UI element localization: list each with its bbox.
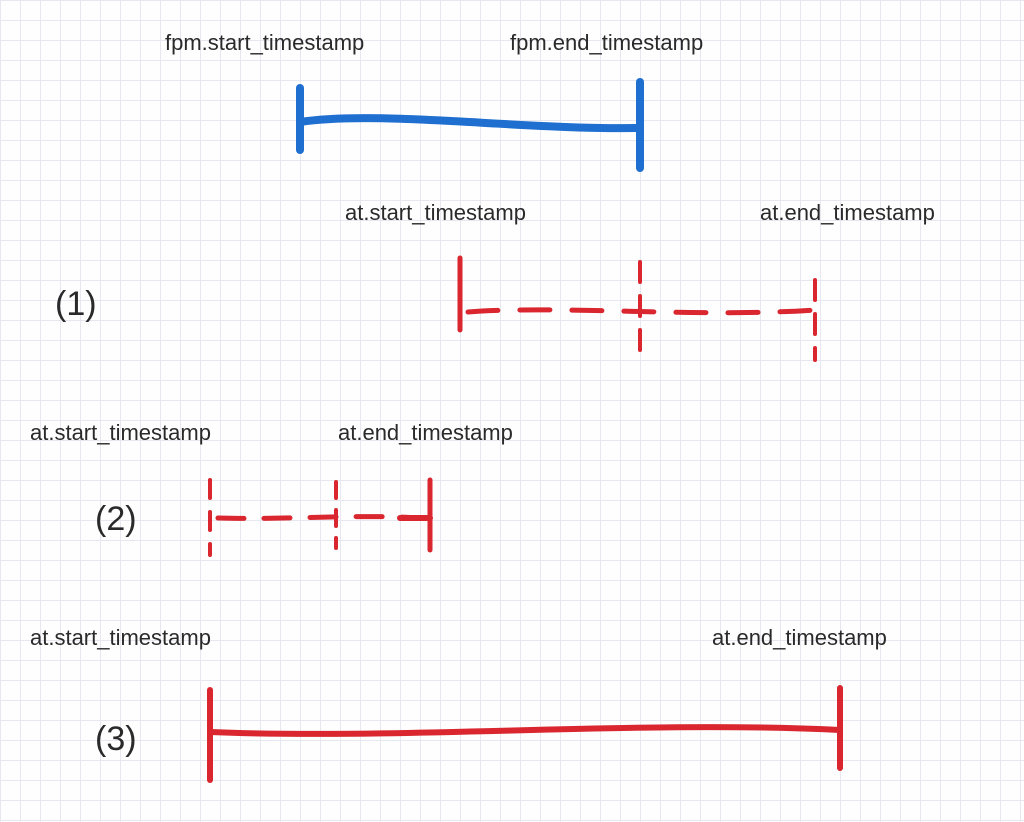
sketch-overlay [0,0,1024,822]
case-1-end-label: at.end_timestamp [760,200,935,226]
case-3-interval [210,688,840,780]
case-1-start-label: at.start_timestamp [345,200,526,226]
case-2-number: (2) [95,500,137,539]
case-3-start-label: at.start_timestamp [30,625,211,651]
case-3-number: (3) [95,720,137,759]
case-3-end-label: at.end_timestamp [712,625,887,651]
case-2-end-label: at.end_timestamp [338,420,513,446]
case-1-number: (1) [55,285,97,324]
fpm-end-label: fpm.end_timestamp [510,30,703,56]
case-1-interval [460,258,815,360]
fpm-interval [300,82,640,168]
fpm-start-label: fpm.start_timestamp [165,30,364,56]
case-2-start-label: at.start_timestamp [30,420,211,446]
case-2-interval [210,480,430,555]
